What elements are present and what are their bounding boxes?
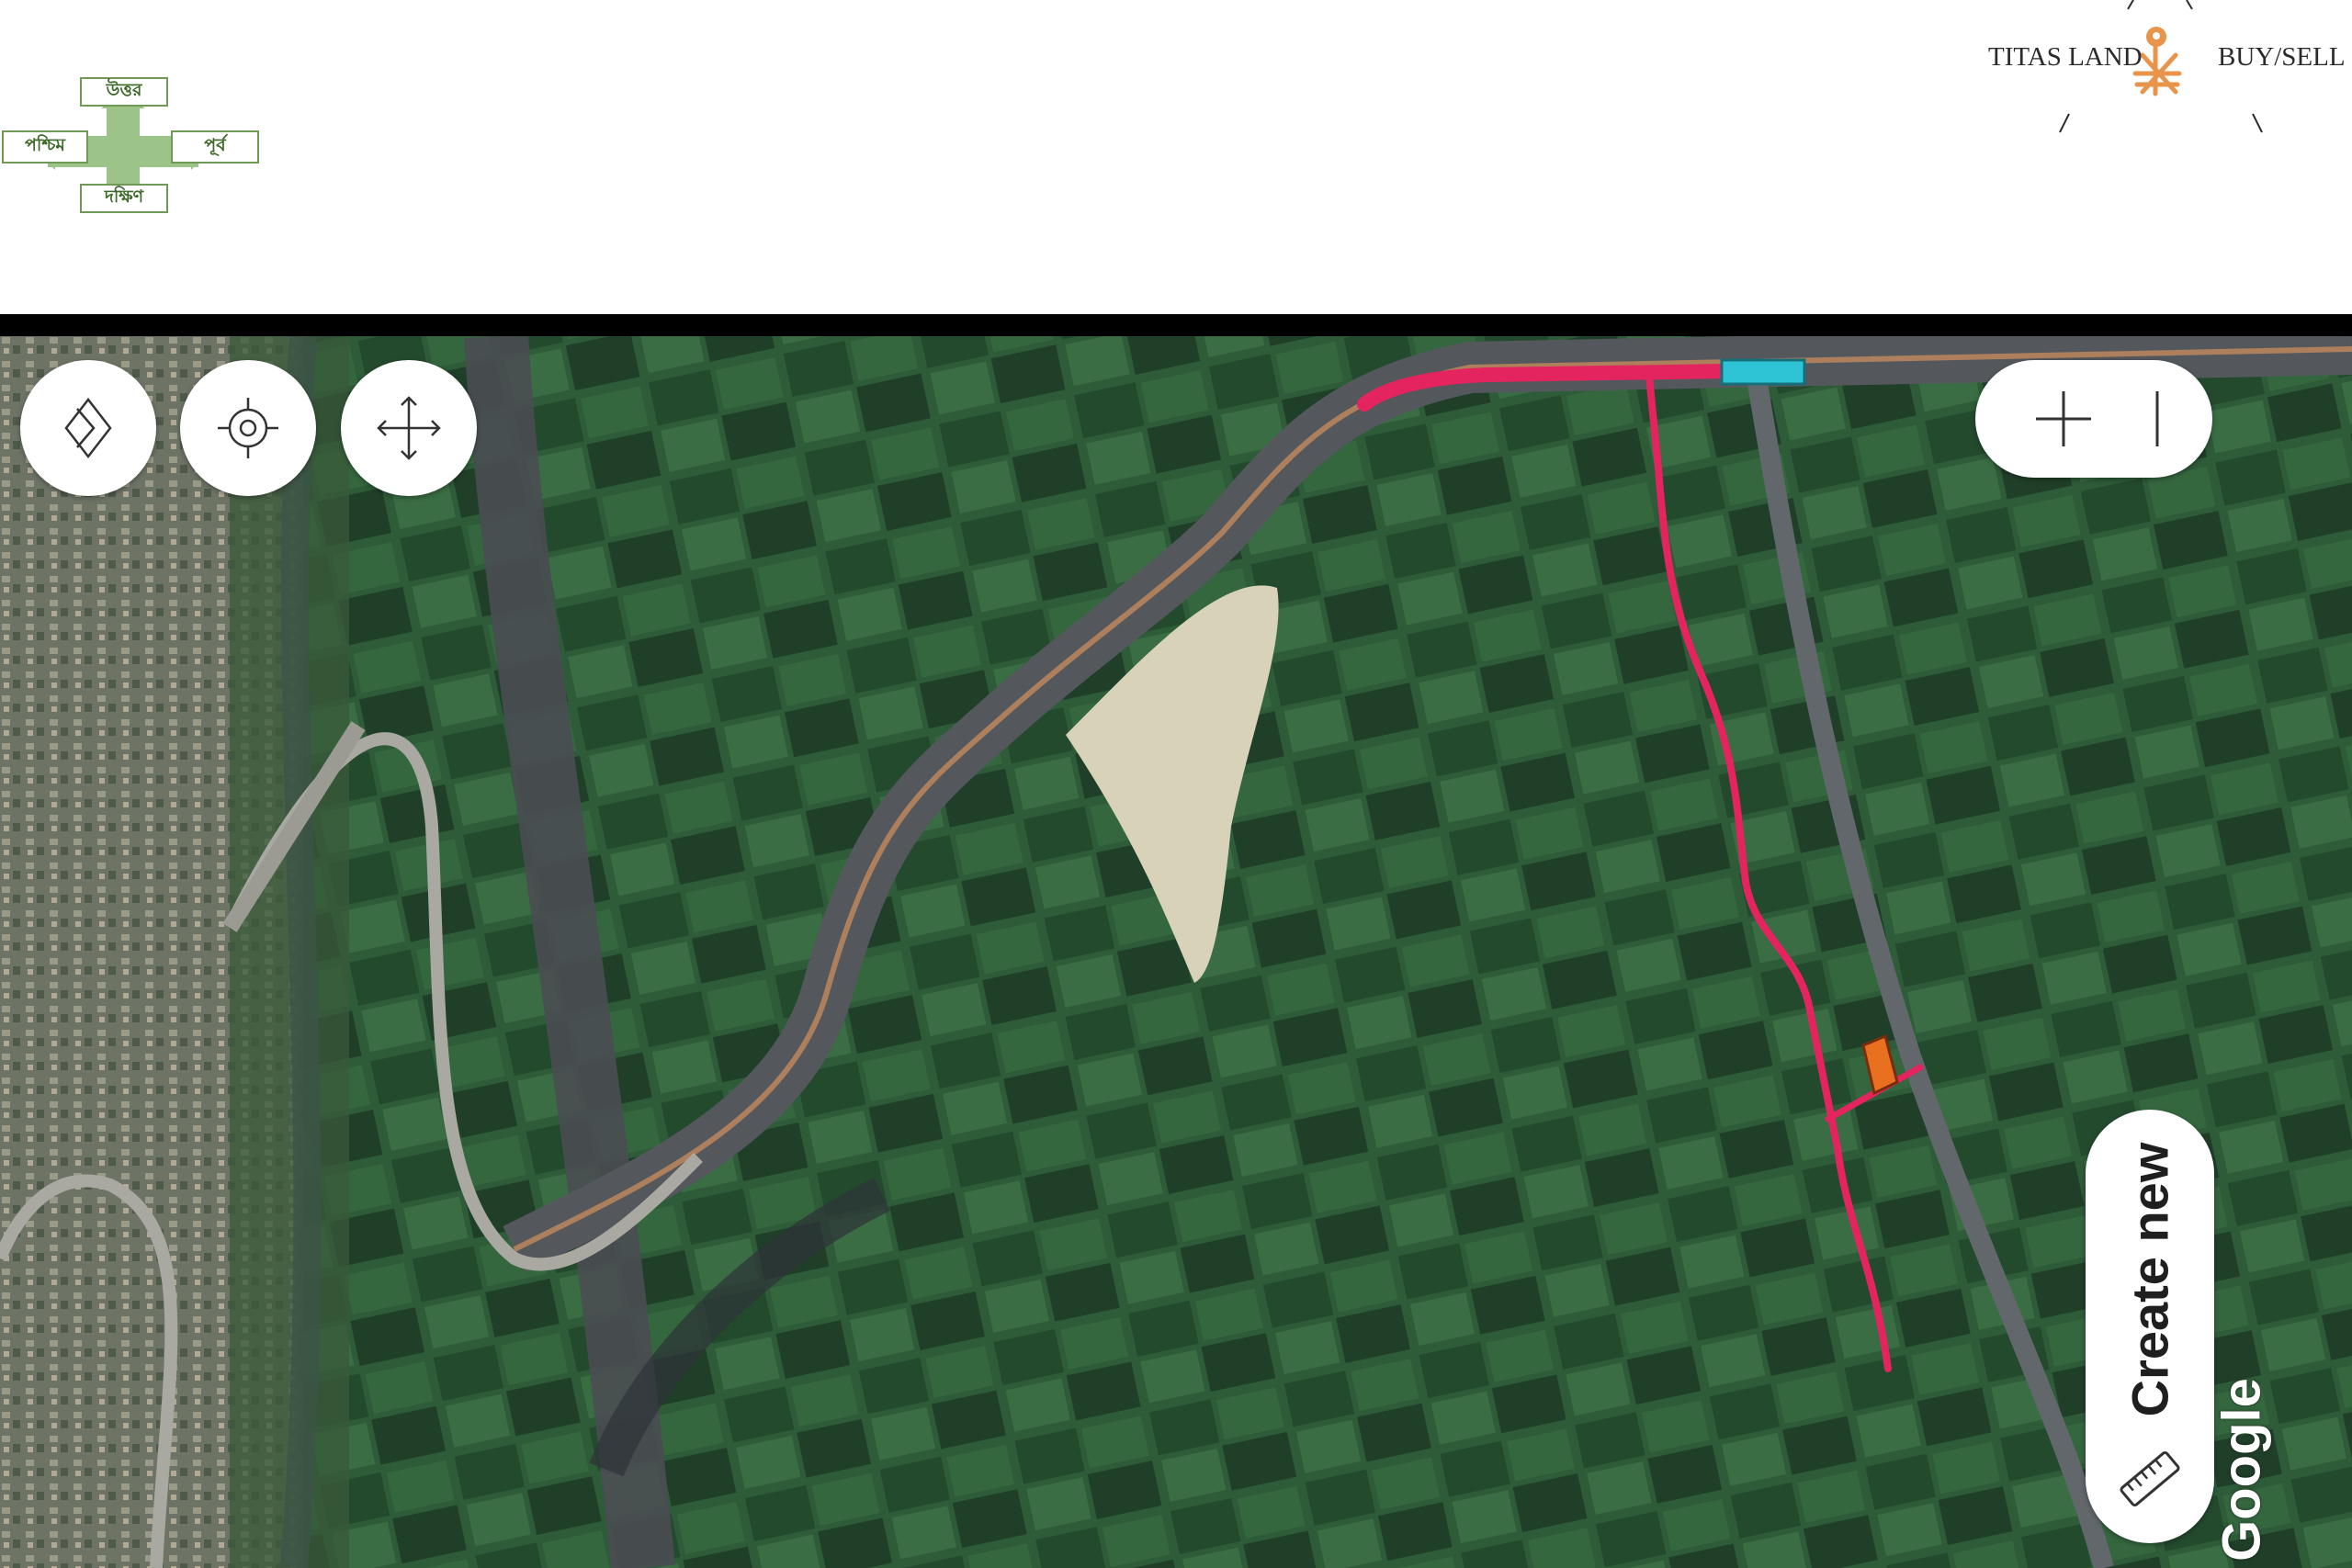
move-arrows-icon xyxy=(377,396,441,460)
header: উত্তর দক্ষিণ পশ্চিম পূর্ব TITAS LAND BUY xyxy=(0,0,2352,314)
zoom-control[interactable] xyxy=(1975,360,2212,478)
zoom-in-button[interactable] xyxy=(2012,378,2095,459)
pan-button[interactable] xyxy=(341,360,477,496)
compass-east: পূর্ব xyxy=(171,130,259,164)
logo-text-right: BUY/SELL xyxy=(2218,42,2346,72)
logo-text-left: TITAS LAND xyxy=(1988,42,2143,72)
compass-south: দক্ষিণ xyxy=(80,184,168,213)
start-marker xyxy=(1720,358,1806,386)
header-divider xyxy=(0,314,2352,336)
zoom-out-button[interactable] xyxy=(2122,378,2187,459)
create-new-button[interactable]: Create new xyxy=(2086,1110,2214,1543)
google-attribution: Google xyxy=(2211,1378,2272,1562)
satellite-map[interactable]: Create new Google xyxy=(0,336,2352,1568)
compass-north: উত্তর xyxy=(80,77,168,107)
compass-rose: উত্তর দক্ষিণ পশ্চিম পূর্ব xyxy=(0,72,266,228)
farm-fields xyxy=(0,336,2352,1568)
map-imagery[interactable] xyxy=(0,336,2352,1568)
create-new-label: Create new xyxy=(2120,1142,2179,1417)
layers-button[interactable] xyxy=(20,360,156,496)
compass-west: পশ্চিম xyxy=(2,130,88,164)
layers-icon xyxy=(64,397,112,459)
ruler-icon xyxy=(2120,1450,2180,1507)
brand-logo: TITAS LAND BUY/SELL xyxy=(1975,0,2352,147)
logo-mark-icon xyxy=(2059,0,2263,133)
locate-button[interactable] xyxy=(180,360,316,496)
crosshair-locate-icon xyxy=(218,398,278,458)
